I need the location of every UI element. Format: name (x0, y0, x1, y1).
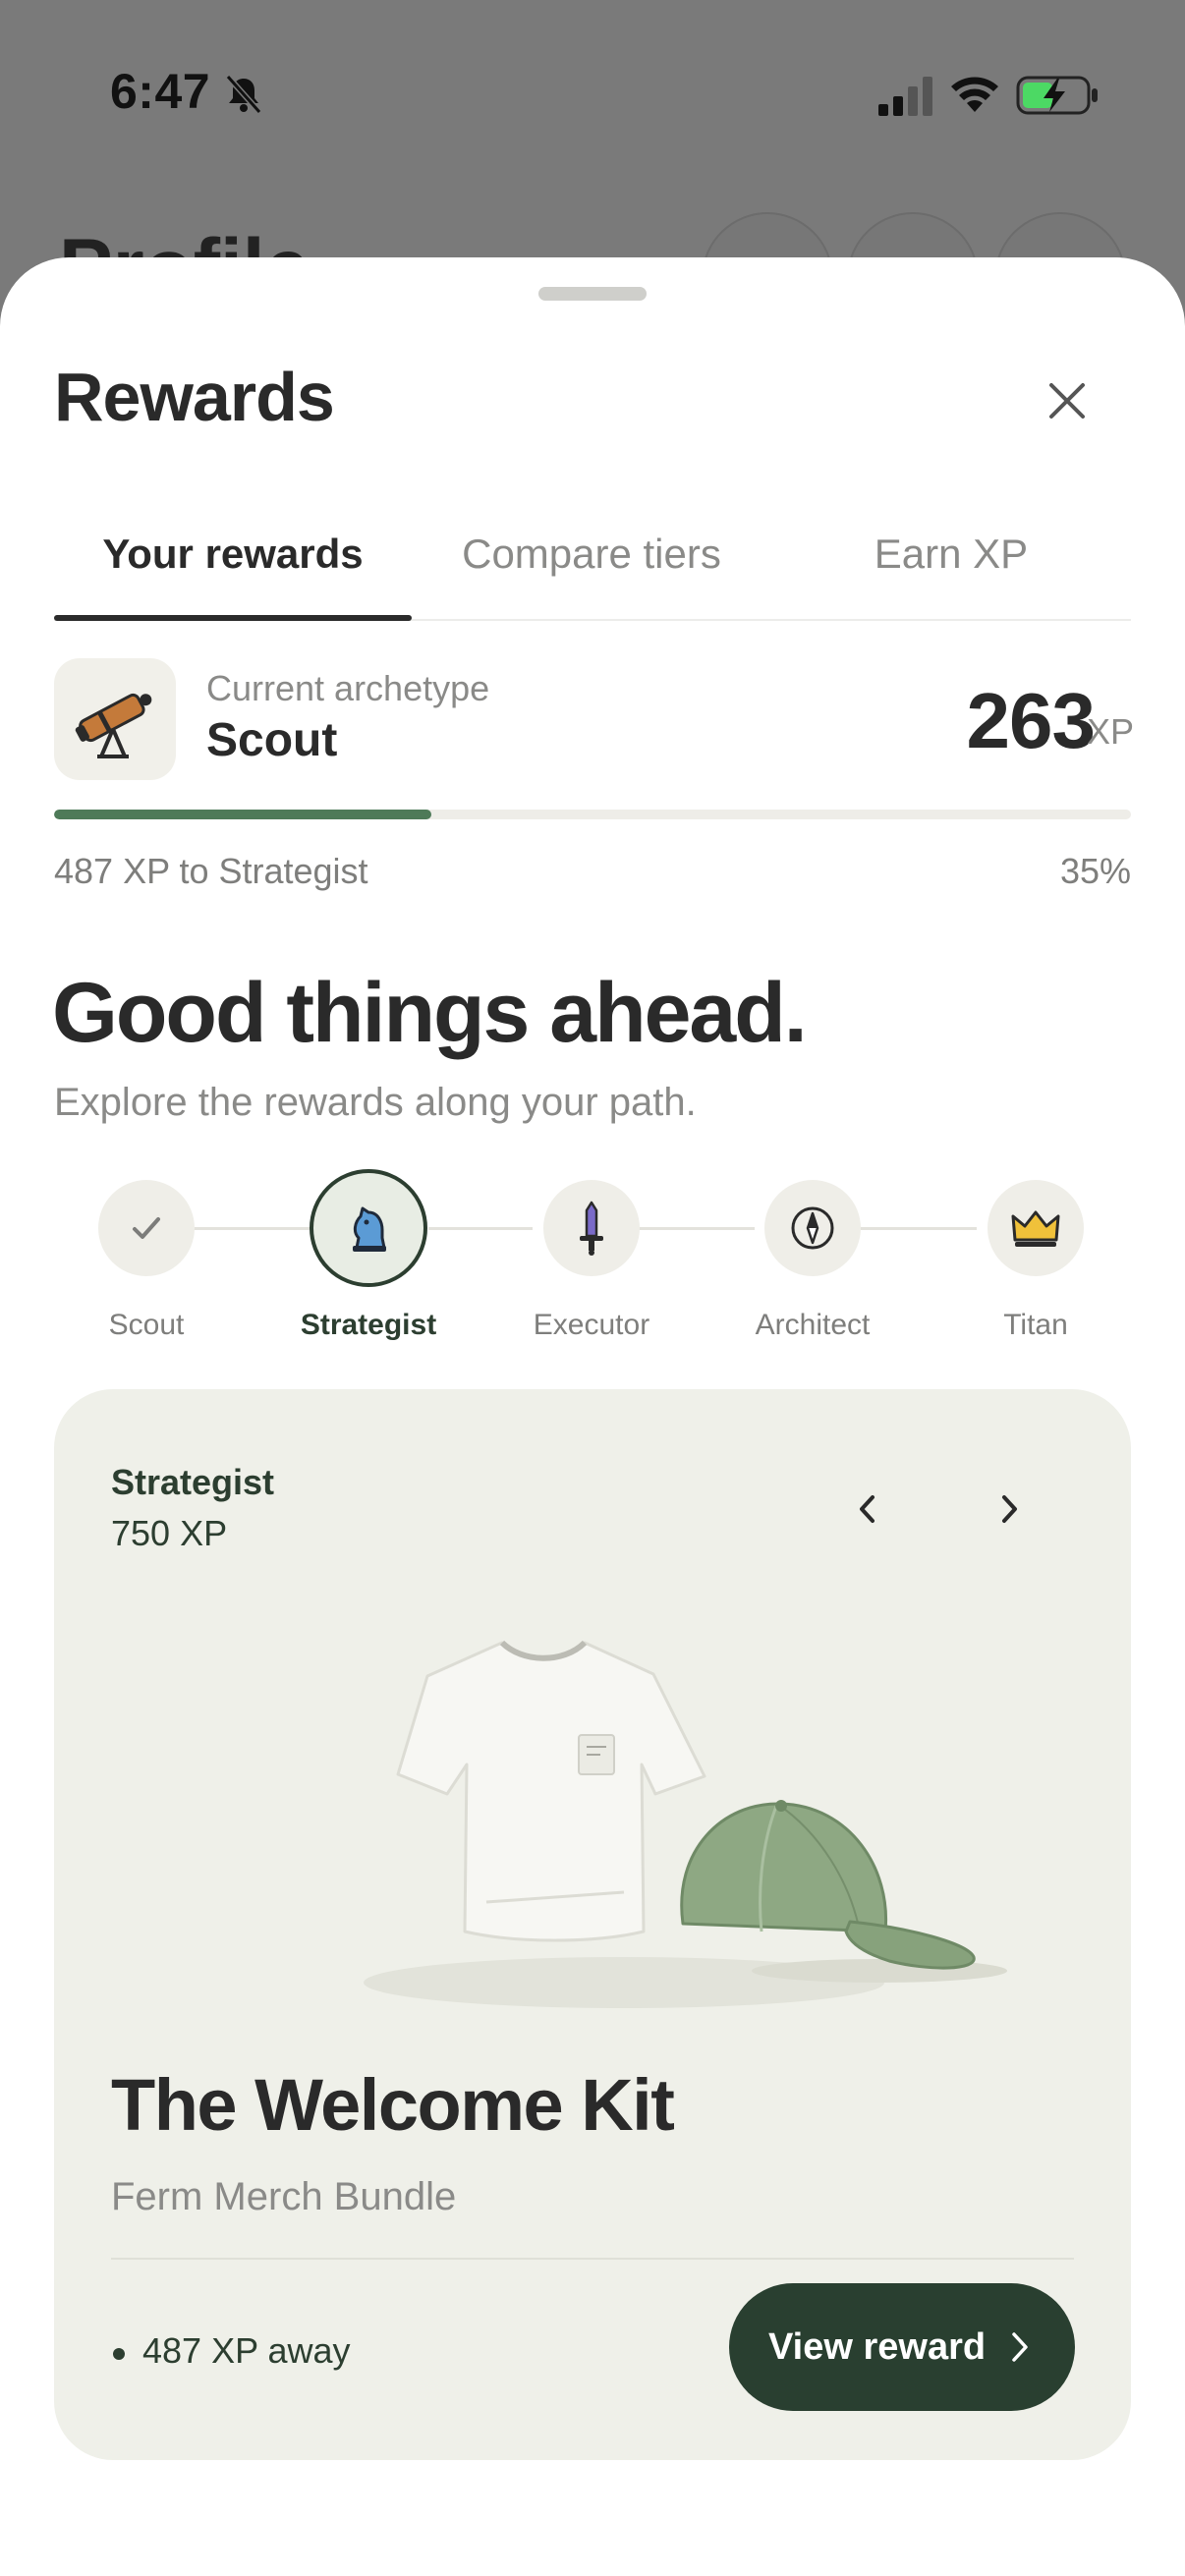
tshirt-and-cap-illustration (364, 1640, 1007, 2008)
tier-label-strategist: Strategist (300, 1309, 437, 1341)
tab-indicator (54, 615, 412, 621)
chess-knight-icon (353, 1206, 386, 1252)
tier-label-architect: Architect (755, 1309, 871, 1341)
status-time: 6:47 (110, 64, 211, 119)
compass-icon (791, 1206, 834, 1250)
tier-connector (861, 1227, 977, 1230)
reward-subtitle: Ferm Merch Bundle (111, 2175, 457, 2218)
tier-architect[interactable] (764, 1180, 861, 1276)
xp-total: 263 (966, 677, 1096, 764)
next-reward-button[interactable] (980, 1480, 1039, 1539)
reward-title: The Welcome Kit (111, 2064, 675, 2146)
tier-scout[interactable] (98, 1180, 195, 1276)
chevron-right-icon (1012, 2332, 1028, 2362)
subline: Explore the rewards along your path. (54, 1081, 697, 1124)
tier-connector (193, 1227, 310, 1230)
sword-icon (580, 1201, 603, 1256)
xp-away-text: 487 XP away (142, 2330, 351, 2371)
xp-remaining-text: 487 XP to Strategist (54, 851, 368, 891)
chevron-right-icon (1002, 1495, 1017, 1523)
xp-progress-bar (54, 810, 1131, 819)
telescope-icon (75, 693, 152, 758)
tier-strategist[interactable] (310, 1169, 427, 1287)
bullet-dot (113, 2348, 125, 2360)
battery-charging-icon (1016, 76, 1098, 115)
xp-progress-fill (54, 810, 431, 819)
previous-reward-button[interactable] (838, 1480, 897, 1539)
wifi-icon (951, 77, 998, 112)
view-reward-button[interactable]: View reward (729, 2283, 1075, 2411)
view-reward-label: View reward (768, 2325, 987, 2368)
xp-percent-text: 35% (1059, 851, 1131, 891)
sheet-grabber[interactable] (538, 287, 647, 301)
sheet-title: Rewards (54, 359, 335, 435)
tier-label-scout: Scout (108, 1309, 185, 1341)
tab-your-rewards[interactable]: Your rewards (54, 523, 412, 621)
xp-unit: XP (1087, 711, 1135, 752)
headline: Good things ahead. (52, 966, 808, 1060)
reward-card: Strategist 750 XP The Welcome Kit Ferm M… (54, 1389, 1131, 2460)
tier-connector (639, 1227, 755, 1230)
check-icon (133, 1217, 160, 1239)
chevron-left-icon (860, 1495, 875, 1523)
tab-earn-xp[interactable]: Earn XP (771, 523, 1131, 621)
tab-bar: Your rewards Compare tiers Earn XP (54, 523, 1131, 621)
crown-icon (1011, 1210, 1060, 1247)
archetype-name: Scout (206, 714, 338, 766)
tier-label-titan: Titan (1003, 1309, 1068, 1341)
cellular-signal-icon (878, 77, 932, 116)
tier-label-executor: Executor (533, 1309, 650, 1341)
tab-compare-tiers[interactable]: Compare tiers (412, 523, 771, 621)
rewards-sheet: Rewards Your rewards Compare tiers Earn … (0, 257, 1185, 2576)
archetype-icon-tile (54, 658, 176, 780)
card-tier-xp: 750 XP (111, 1513, 228, 1553)
tier-titan[interactable] (988, 1180, 1084, 1276)
silent-bell-icon (225, 75, 262, 114)
close-icon[interactable] (1042, 375, 1093, 426)
card-tier-name: Strategist (111, 1462, 275, 1502)
tier-executor[interactable] (543, 1180, 640, 1276)
archetype-label: Current archetype (206, 668, 490, 708)
tier-connector (428, 1227, 533, 1230)
card-divider (111, 2258, 1074, 2260)
status-bar: 6:47 (0, 0, 1185, 196)
